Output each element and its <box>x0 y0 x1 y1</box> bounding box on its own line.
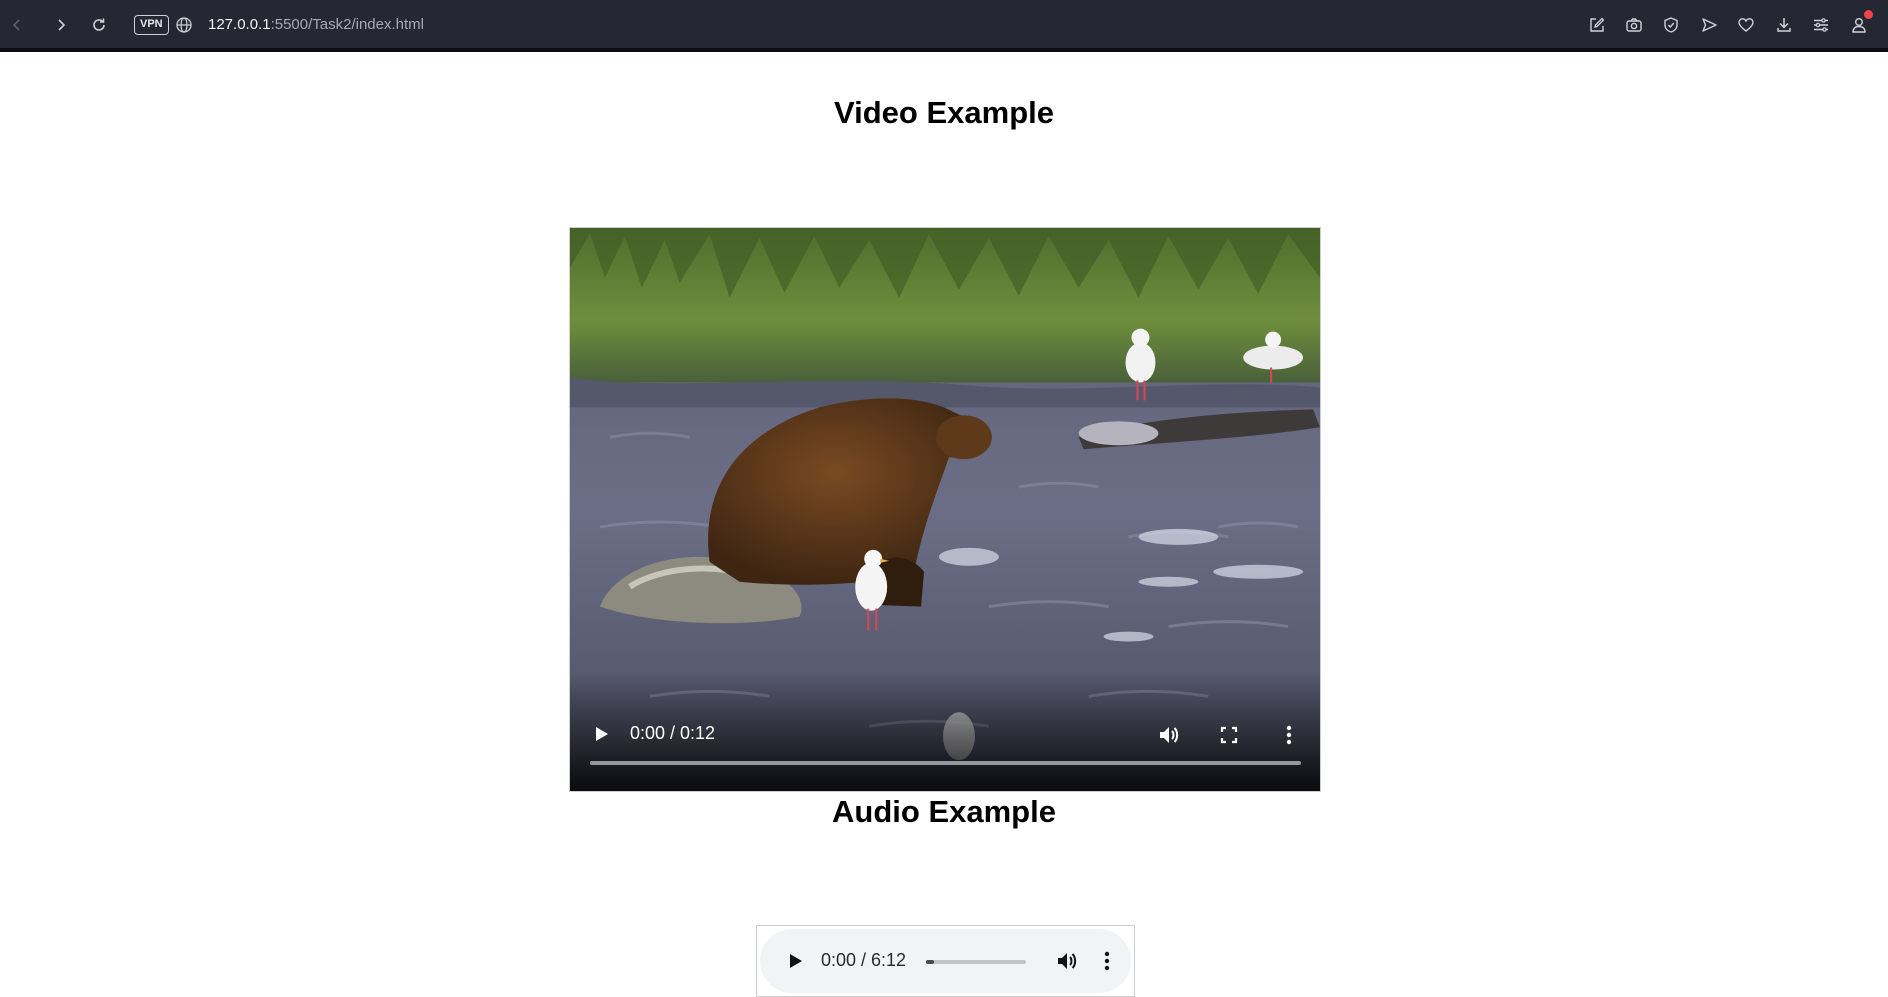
reload-icon <box>93 18 105 31</box>
audio-heading: Audio Example <box>832 794 1056 829</box>
camera-icon <box>1626 18 1642 32</box>
video-fullscreen-button[interactable] <box>1217 723 1241 747</box>
audio-progress-bar[interactable] <box>926 960 1026 964</box>
globe-icon[interactable] <box>175 16 193 34</box>
audio-time-display: 0:00 / 6:12 <box>821 950 907 970</box>
browser-toolbar: VPN 127.0.0.1:5500/Task2/index.html <box>0 0 1888 52</box>
video-progress-bar[interactable] <box>590 761 1301 765</box>
download-icon <box>1777 18 1791 32</box>
profile-button[interactable] <box>1847 10 1873 37</box>
back-button[interactable] <box>4 12 30 38</box>
heart-icon <box>1738 18 1754 32</box>
audio-player[interactable]: 0:00 / 6:12 <box>756 925 1135 997</box>
page-content: Video Example 0:00 / 0:12 Audio Example … <box>0 52 1888 997</box>
audio-controls: 0:00 / 6:12 <box>760 929 1131 993</box>
video-player[interactable]: 0:00 / 0:12 <box>569 227 1321 792</box>
easy-setup-button[interactable] <box>1809 13 1833 37</box>
audio-play-button[interactable] <box>784 950 806 972</box>
profile-icon <box>1852 18 1866 33</box>
video-heading: Video Example <box>834 95 1054 130</box>
url-host: 127.0.0.1 <box>208 16 271 33</box>
favorites-button[interactable] <box>1734 13 1758 37</box>
url-path: :5500/Task2/index.html <box>270 16 424 33</box>
chevron-left-icon <box>12 19 20 31</box>
video-volume-button[interactable] <box>1156 722 1182 748</box>
video-time-display: 0:00 / 0:12 <box>630 723 716 743</box>
forward-button[interactable] <box>48 12 74 38</box>
send-button[interactable] <box>1697 13 1721 37</box>
send-icon <box>1702 18 1717 32</box>
notification-dot <box>1864 10 1873 19</box>
edit-button[interactable] <box>1585 13 1609 37</box>
audio-more-options-button[interactable] <box>1094 948 1120 974</box>
edit-icon <box>1590 17 1605 32</box>
menu-icon <box>1814 18 1828 32</box>
adblock-button[interactable] <box>1659 13 1683 37</box>
audio-volume-button[interactable] <box>1054 948 1080 974</box>
reload-button[interactable] <box>86 12 112 38</box>
downloads-button[interactable] <box>1772 13 1796 37</box>
video-more-options-button[interactable] <box>1276 722 1302 748</box>
audio-progress-fill <box>926 960 934 964</box>
shield-icon <box>1664 17 1678 33</box>
video-play-button[interactable] <box>590 723 612 745</box>
vpn-badge[interactable]: VPN <box>134 15 169 35</box>
chevron-right-icon <box>58 19 66 31</box>
address-bar[interactable]: 127.0.0.1:5500/Task2/index.html <box>208 16 424 33</box>
screenshot-button[interactable] <box>1622 13 1646 37</box>
